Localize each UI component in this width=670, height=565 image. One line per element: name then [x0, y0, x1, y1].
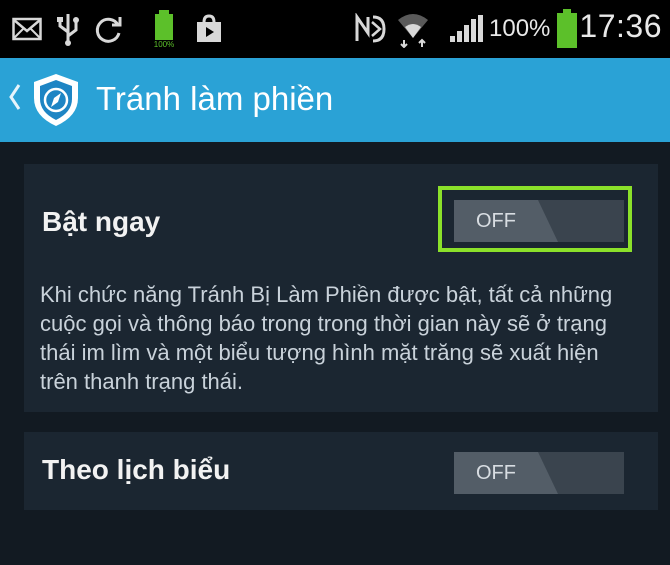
schedule-toggle[interactable]: OFF: [454, 452, 624, 494]
shield-compass-icon[interactable]: [30, 72, 82, 133]
toggle-state-label: OFF: [476, 210, 516, 232]
battery-percent-label: 100%: [489, 15, 551, 42]
enable-now-toggle[interactable]: OFF: [454, 200, 624, 242]
setting-label-enable-now: Bật ngay: [42, 206, 161, 237]
action-bar: Tránh làm phiền: [0, 58, 670, 142]
battery-full-small-icon: 100%: [150, 10, 178, 48]
setting-card-schedule: Theo lịch biểu OFF: [24, 432, 658, 510]
settings-content: Bật ngay OFF Khi chức năng Tránh Bị Làm …: [0, 142, 670, 565]
nfc-icon: [354, 13, 388, 45]
setting-description: Khi chức năng Tránh Bị Làm Phiền được bậ…: [40, 282, 613, 394]
sync-icon: [92, 13, 124, 45]
setting-label-schedule: Theo lịch biểu: [42, 454, 231, 485]
status-clock: 17:36: [579, 8, 662, 44]
battery-icon: [556, 9, 578, 49]
shopping-bag-icon: [195, 14, 223, 44]
page-title: Tránh làm phiền: [96, 80, 334, 117]
status-bar: 100% 100% 17:36: [0, 0, 670, 58]
wifi-icon: [396, 10, 430, 48]
svg-text:100%: 100%: [154, 40, 174, 48]
chevron-left-icon[interactable]: [8, 82, 22, 117]
setting-card-enable-now: Bật ngay OFF Khi chức năng Tránh Bị Làm …: [24, 164, 658, 412]
signal-icon: [448, 14, 488, 44]
usb-icon: [56, 12, 80, 46]
mail-icon: [12, 17, 42, 41]
toggle-state-label: OFF: [476, 462, 516, 484]
